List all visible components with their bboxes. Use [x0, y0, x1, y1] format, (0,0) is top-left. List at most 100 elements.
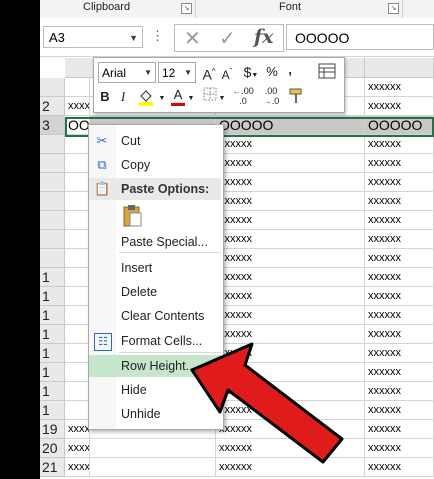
paste-clipboard-icon[interactable]	[121, 204, 143, 228]
menu-item-delete[interactable]: Delete	[89, 281, 221, 303]
row-header[interactable]: 1	[40, 401, 65, 420]
formula-input[interactable]: OOOOO	[286, 24, 434, 50]
insert-function-icon[interactable]: fx	[254, 26, 274, 48]
grid-cell[interactable]: xxxxxx	[365, 363, 434, 382]
grow-font-button[interactable]: A^	[201, 62, 217, 85]
grid-cell[interactable]	[65, 268, 90, 287]
grid-cell[interactable]	[65, 363, 90, 382]
menu-item-unhide[interactable]: Unhide	[89, 403, 221, 425]
row-header[interactable]	[40, 249, 65, 268]
borders-icon[interactable]	[202, 87, 218, 107]
increase-decimal-button[interactable]: ←.00.0	[230, 86, 256, 106]
grid-cell[interactable]: xxxxxx	[365, 344, 434, 363]
grid-cell[interactable]: xxxxxx	[365, 401, 434, 420]
comma-style-button[interactable]: ,	[284, 60, 296, 80]
grid-cell[interactable]	[65, 173, 90, 192]
chevron-down-icon[interactable]: ▼	[158, 89, 166, 109]
menu-item-insert[interactable]: Insert	[89, 257, 221, 279]
grid-cell[interactable]: xxxxxx	[216, 401, 365, 420]
row-header[interactable]: 3	[40, 116, 65, 135]
grid-cell[interactable]: xxxxxx	[65, 97, 90, 116]
chevron-down-icon[interactable]: ▼	[184, 63, 192, 83]
cancel-icon[interactable]: ✕	[184, 26, 201, 51]
menu-item-hide[interactable]: Hide	[89, 379, 221, 401]
grid-cell[interactable]: xxxxxx	[216, 135, 365, 154]
grid-cell[interactable]: xxxxxx	[365, 287, 434, 306]
grid-cell[interactable]	[65, 325, 90, 344]
grid-cell[interactable]	[65, 287, 90, 306]
menu-item-clear-contents[interactable]: Clear Contents	[89, 305, 221, 327]
grid-cell[interactable]: xxxxxx	[365, 173, 434, 192]
grid-cell[interactable]: xxxxxx	[65, 458, 90, 477]
grid-cell[interactable]: xxxxxx	[365, 325, 434, 344]
grid-cell[interactable]	[65, 135, 90, 154]
menu-item-copy[interactable]: ⧉ Copy	[89, 154, 221, 176]
decrease-decimal-button[interactable]: .00 →.0	[258, 86, 284, 106]
grid-cell[interactable]: xxxxxx	[216, 287, 365, 306]
menu-item-cut[interactable]: ✂ Cut	[89, 130, 221, 152]
grid-cell[interactable]: xxxxxx	[65, 439, 90, 458]
grid-cell[interactable]: xxxxxx	[365, 97, 434, 116]
grid-cell[interactable]: xxxxxx	[365, 306, 434, 325]
chevron-down-icon[interactable]: ▼	[187, 89, 195, 109]
grid-cell[interactable]: xxxxxx	[65, 420, 90, 439]
grid-cell[interactable]: OOOOO	[216, 116, 365, 135]
grid-cell[interactable]: xxxxxx	[216, 249, 365, 268]
menu-item-row-height[interactable]: Row Height...	[89, 355, 221, 377]
row-header[interactable]: 1	[40, 344, 65, 363]
grid-cell[interactable]: OOOOO	[365, 116, 434, 135]
percent-style-button[interactable]: %	[265, 62, 279, 82]
grid-cell[interactable]	[65, 249, 90, 268]
grid-cell[interactable]	[90, 458, 216, 477]
grid-cell[interactable]: xxxxxx	[365, 420, 434, 439]
bold-button[interactable]: B	[98, 87, 112, 107]
grid-cell[interactable]: xxxxxx	[216, 268, 365, 287]
grid-cell[interactable]	[65, 382, 90, 401]
grid-cell[interactable]	[65, 192, 90, 211]
grid-cell[interactable]: xxxxxx	[365, 458, 434, 477]
row-header[interactable]	[40, 230, 65, 249]
shrink-font-button[interactable]: Aˇ	[219, 62, 235, 85]
grid-cell[interactable]: xxxxxx	[216, 306, 365, 325]
font-name-combo[interactable]: Arial ▼	[98, 62, 156, 83]
chevron-down-icon[interactable]: ▼	[129, 27, 138, 49]
grid-cell[interactable]: xxxxxx	[216, 325, 365, 344]
grid-cell[interactable]: xxxxxx	[216, 173, 365, 192]
grid-cell[interactable]	[65, 154, 90, 173]
grid-cell[interactable]	[65, 401, 90, 420]
column-header[interactable]	[365, 58, 434, 78]
name-box[interactable]: A3 ▼	[43, 26, 143, 48]
grid-cell[interactable]: xxxxxx	[365, 439, 434, 458]
row-header[interactable]	[40, 154, 65, 173]
fill-color-button[interactable]	[136, 87, 158, 113]
grid-cell[interactable]: xxxxxx	[216, 439, 365, 458]
grid-cell[interactable]	[65, 78, 90, 97]
menu-item-format-cells[interactable]: ☷ Format Cells...	[89, 330, 221, 352]
more-options-icon[interactable]: ⋮	[151, 28, 164, 44]
menu-item-paste-special[interactable]: Paste Special...	[89, 231, 221, 253]
grid-cell[interactable]: xxxxxx	[365, 268, 434, 287]
grid-cell[interactable]: xxxxxx	[216, 458, 365, 477]
row-header[interactable]: 2	[40, 97, 65, 116]
font-launcher-icon[interactable]: ↘	[388, 3, 399, 14]
grid-cell[interactable]: xxxxxx	[216, 154, 365, 173]
grid-cell[interactable]: xxxxxx	[365, 154, 434, 173]
grid-cell[interactable]	[90, 439, 216, 458]
row-header[interactable]: 1	[40, 268, 65, 287]
row-header[interactable]: 1	[40, 287, 65, 306]
format-painter-icon[interactable]	[286, 87, 306, 111]
row-header[interactable]: 21	[40, 458, 65, 477]
grid-cell[interactable]: xxxxxx	[216, 192, 365, 211]
grid-cell[interactable]: xxxxxx	[216, 230, 365, 249]
row-header[interactable]: 1	[40, 306, 65, 325]
grid-cell[interactable]: xxxxxx	[365, 78, 434, 97]
font-size-combo[interactable]: 12 ▼	[158, 62, 196, 83]
grid-cell[interactable]: xxxxxx	[365, 192, 434, 211]
grid-cell[interactable]: xxxxxx	[216, 344, 365, 363]
row-header[interactable]: 1	[40, 325, 65, 344]
row-header[interactable]: 1	[40, 363, 65, 382]
grid-cell[interactable]: xxxxxx	[365, 230, 434, 249]
format-painter-table-icon[interactable]	[317, 62, 337, 86]
grid-cell[interactable]	[65, 344, 90, 363]
grid-cell[interactable]: xxxxxx	[365, 249, 434, 268]
